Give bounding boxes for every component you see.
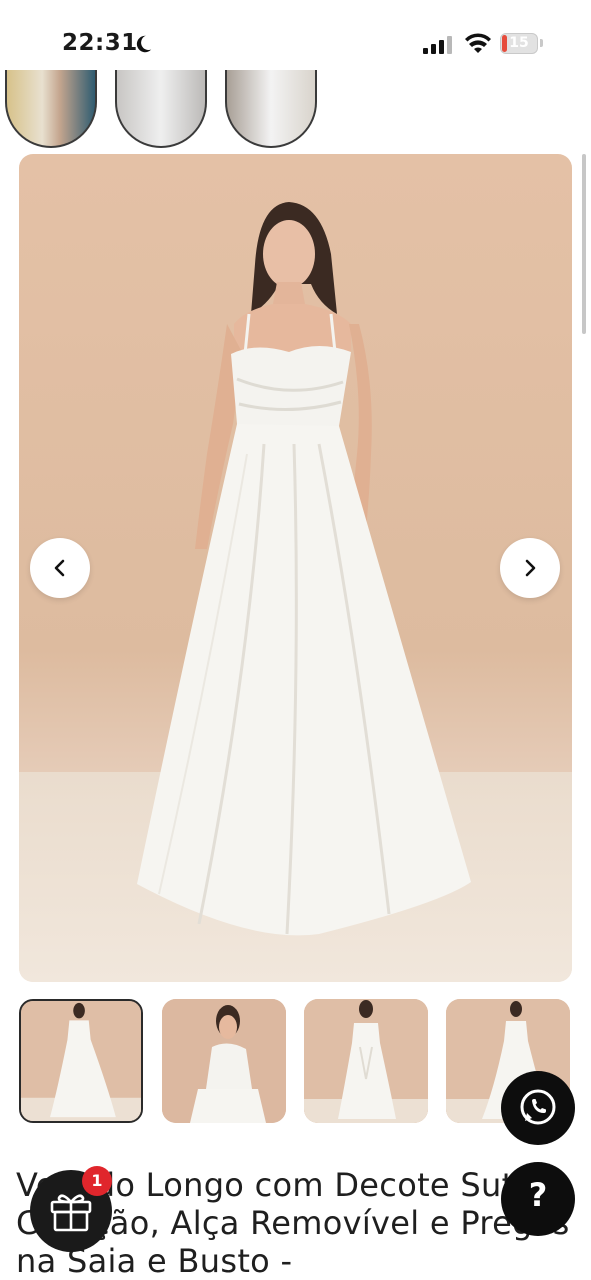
product-thumbnail-3[interactable] <box>304 999 428 1123</box>
battery-icon: 15 <box>500 33 538 54</box>
story-thumbnail[interactable] <box>5 70 97 148</box>
product-main-image[interactable] <box>19 154 572 982</box>
next-image-button[interactable] <box>500 538 560 598</box>
story-thumbnail[interactable] <box>225 70 317 148</box>
status-time: 22:31 <box>62 30 138 56</box>
thumbnail-dress-back <box>304 999 428 1123</box>
product-thumbnail-2[interactable] <box>162 999 286 1123</box>
thumbnail-dress-front <box>21 1001 141 1121</box>
battery-level: 15 <box>509 35 529 51</box>
chevron-left-icon <box>54 559 65 577</box>
gift-badge-count: 1 <box>82 1166 112 1196</box>
moon-icon <box>136 35 152 53</box>
whatsapp-icon <box>520 1089 556 1125</box>
previous-image-button[interactable] <box>30 538 90 598</box>
chevron-right-icon <box>525 559 536 577</box>
wifi-icon <box>465 33 491 53</box>
model-illustration <box>137 202 471 936</box>
product-thumbnail-1[interactable] <box>19 999 143 1123</box>
thumbnail-dress-seated <box>162 999 286 1123</box>
story-thumbnail[interactable] <box>115 70 207 148</box>
help-button[interactable]: ? <box>501 1162 575 1236</box>
whatsapp-button[interactable] <box>501 1071 575 1145</box>
signal-icon <box>423 36 452 54</box>
help-button-label: ? <box>528 1176 548 1214</box>
page-scrollbar[interactable] <box>582 154 586 334</box>
battery-nub <box>540 39 543 47</box>
